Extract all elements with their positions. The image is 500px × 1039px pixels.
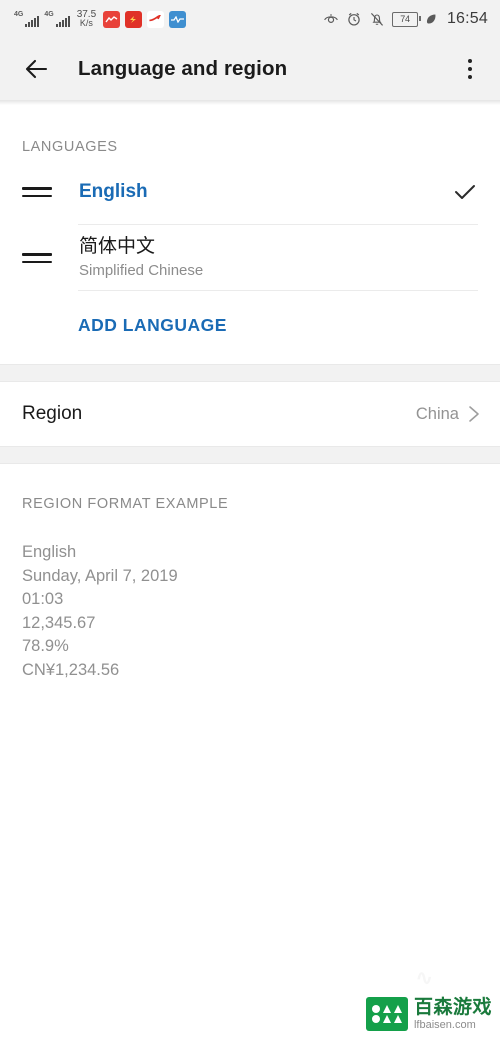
region-value: China	[415, 404, 459, 423]
drag-handle-icon-2[interactable]	[22, 253, 54, 263]
checkmark-icon	[455, 185, 475, 199]
site-watermark: 百森游戏 lfbaisen.com	[365, 997, 492, 1031]
battery-icon: 74	[391, 11, 421, 27]
signal-bars-icon-2: 4G	[44, 11, 70, 27]
power-saving-leaf-icon	[426, 14, 436, 24]
network-speed-unit: K/s	[79, 18, 93, 28]
page-title: Language and region	[78, 57, 288, 80]
signal-bars-1	[25, 16, 40, 27]
language-text-group-2: 简体中文 Simplified Chinese	[79, 235, 478, 281]
status-bar-right: 74 16:54	[323, 10, 488, 28]
region-format-header: REGION FORMAT EXAMPLE	[22, 496, 229, 512]
watermark-url: lfbaisen.com	[413, 1018, 476, 1031]
signal-bars-2	[55, 16, 70, 27]
back-arrow-icon[interactable]	[22, 54, 52, 84]
region-row[interactable]: Region China	[0, 382, 500, 446]
alarm-clock-icon	[348, 12, 360, 26]
app-notification-orange-icon	[125, 10, 143, 28]
drag-handle-icon[interactable]	[22, 187, 54, 197]
region-format-lines: English Sunday, April 7, 2019 01:03 12,3…	[22, 512, 500, 702]
status-bar-left: 4G 4G 37.5 K/s	[14, 10, 187, 28]
app-notification-arrow-icon	[147, 10, 165, 28]
format-line-currency: CN¥1,234.56	[22, 660, 120, 679]
mute-bell-icon	[370, 12, 383, 26]
chevron-right-icon	[469, 406, 479, 422]
eye-comfort-icon	[324, 14, 338, 23]
app-toolbar: Language and region	[0, 38, 500, 100]
app-notification-red-icon	[103, 10, 121, 28]
logo-dots-row-1	[371, 1005, 402, 1013]
battery-level-label: 74	[400, 13, 410, 24]
arrow-swoosh-glyph	[149, 14, 162, 21]
format-line-date: Sunday, April 7, 2019	[22, 566, 178, 585]
format-line-language: English	[22, 543, 77, 561]
watermark-logo-icon	[365, 997, 408, 1031]
network-type-label-1: 4G	[14, 11, 24, 18]
bolt-glyph	[130, 15, 137, 23]
languages-list: English 简体中文 Simplified Chinese ADD LANG…	[0, 155, 500, 364]
region-label: Region	[22, 403, 83, 424]
language-row-simplified-chinese[interactable]: 简体中文 Simplified Chinese	[0, 225, 500, 291]
pulse-glyph	[171, 15, 185, 23]
network-speed-indicator: 37.5 K/s	[77, 10, 96, 28]
logo-dots-row-2	[371, 1015, 402, 1023]
row-divider-2	[78, 290, 478, 291]
overflow-menu-icon[interactable]	[458, 56, 482, 82]
section-gap-2	[0, 446, 500, 464]
section-gap-1	[0, 364, 500, 382]
language-name-2: 简体中文	[79, 236, 156, 257]
language-name: English	[79, 181, 148, 202]
language-subtitle-2: Simplified Chinese	[79, 262, 204, 279]
languages-section: LANGUAGES English 简体中文 Simplified Chines…	[0, 105, 500, 364]
status-bar: 4G 4G 37.5 K/s 74 16:54	[0, 0, 500, 38]
format-line-percent: 78.9%	[22, 637, 69, 655]
chart-line-glyph	[105, 15, 118, 22]
region-format-section: REGION FORMAT EXAMPLE English Sunday, Ap…	[0, 464, 500, 702]
language-row-english[interactable]: English	[0, 159, 500, 225]
signal-bars-icon: 4G	[14, 11, 40, 27]
format-line-time: 01:03	[22, 590, 64, 608]
region-value-group: China	[416, 404, 480, 424]
watermark-text-group: 百森游戏 lfbaisen.com	[414, 998, 492, 1031]
language-text-group: English	[79, 180, 452, 204]
add-language-button[interactable]: ADD LANGUAGE	[0, 291, 500, 364]
ghost-watermark: ∿	[415, 965, 433, 990]
watermark-brand: 百森游戏	[413, 996, 492, 1018]
network-type-label-2: 4G	[44, 11, 54, 18]
format-line-number: 12,345.67	[22, 613, 96, 632]
status-bar-clock: 16:54	[446, 10, 488, 27]
app-notification-blue-icon	[169, 10, 187, 28]
languages-section-header: LANGUAGES	[22, 139, 118, 155]
